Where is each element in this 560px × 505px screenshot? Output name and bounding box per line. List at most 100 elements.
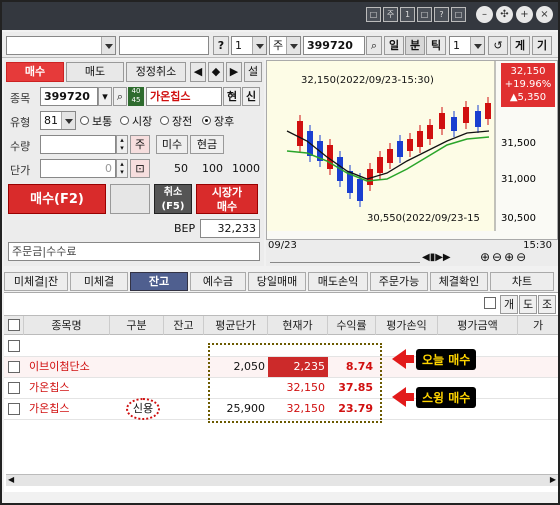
day-button[interactable]: 일: [384, 36, 404, 55]
select-all-checkbox[interactable]: [8, 319, 20, 331]
misu-button[interactable]: 미수: [156, 135, 188, 154]
order-panel: 매수 매도 정정취소 ◀ ◆ ▶ 설 종목 399720 ▾ ⌕ 40 45 가온…: [4, 60, 264, 266]
zoom-icons[interactable]: ⊕⊖⊕⊖: [480, 250, 528, 264]
price-reset-icon[interactable]: ⊡: [130, 159, 150, 178]
price-input[interactable]: 0: [40, 159, 116, 178]
chart-scroll-track[interactable]: [270, 253, 420, 263]
close-icon[interactable]: ×: [536, 6, 553, 23]
chevron-down-icon[interactable]: [101, 37, 115, 54]
stock-code-input[interactable]: 399720: [303, 36, 365, 55]
search-icon[interactable]: ⌕: [113, 87, 127, 106]
tab-buy[interactable]: 매수: [6, 62, 64, 82]
toggle-checkbox[interactable]: [484, 297, 496, 309]
blank-button[interactable]: [110, 184, 150, 214]
step-1000[interactable]: 1000: [232, 162, 260, 175]
help-icon[interactable]: ?: [434, 7, 449, 22]
row-checkbox[interactable]: [8, 382, 20, 394]
toggle-ge[interactable]: 개: [500, 295, 518, 314]
window-btn-2[interactable]: 주: [383, 7, 398, 22]
credit-button[interactable]: 신: [242, 87, 260, 106]
scroll-left-icon[interactable]: ◀: [8, 475, 14, 484]
radio-after-market[interactable]: [202, 116, 211, 125]
settings-button[interactable]: 설: [244, 62, 262, 82]
price-chart[interactable]: 32,150(2022/09/23-15:30) 30,550(2022/09/…: [266, 60, 558, 240]
tab-modify-cancel[interactable]: 정정취소: [126, 62, 186, 82]
minimize-icon[interactable]: –: [476, 6, 493, 23]
price-stepper[interactable]: ▴ ▾: [116, 159, 128, 178]
row-checkbox[interactable]: [8, 403, 20, 415]
horizontal-scrollbar[interactable]: ◀ ▶: [6, 474, 558, 486]
step-50[interactable]: 50: [174, 162, 188, 175]
radio-pre-market[interactable]: [160, 116, 169, 125]
radio-normal[interactable]: [80, 116, 89, 125]
qty-stepper[interactable]: ▴ ▾: [116, 135, 128, 154]
tab-chart[interactable]: 차트: [490, 272, 554, 291]
radio-market[interactable]: [120, 116, 129, 125]
col-return-rate[interactable]: 수익률: [328, 316, 376, 335]
cash-button[interactable]: 현: [223, 87, 241, 106]
tab-today-trades[interactable]: 당일매매: [248, 272, 306, 291]
next-arrow-icon[interactable]: ▶: [226, 62, 242, 82]
step-100[interactable]: 100: [202, 162, 223, 175]
col-current-price[interactable]: 현재가: [268, 316, 328, 335]
move-icon[interactable]: ✣: [496, 6, 513, 23]
prev-arrow-icon[interactable]: ◀: [190, 62, 206, 82]
qty-unit-button[interactable]: 주: [130, 135, 150, 154]
ge-button[interactable]: 게: [510, 36, 530, 55]
candle-body: [357, 179, 363, 201]
col-eval-pnl[interactable]: 평가손익: [376, 316, 438, 335]
col-name[interactable]: 종목명: [24, 316, 110, 335]
buy-f2-button[interactable]: 매수(F2): [8, 184, 106, 214]
tab-unfilled-balance[interactable]: 미체결|잔: [4, 272, 68, 291]
diamond-icon[interactable]: ◆: [208, 62, 224, 82]
market-combo[interactable]: 주: [269, 36, 301, 55]
cash-qty-button[interactable]: 현금: [190, 135, 224, 154]
chevron-down-icon[interactable]: [286, 37, 300, 54]
row-checkbox[interactable]: [8, 340, 20, 352]
window-btn-4[interactable]: □: [417, 7, 432, 22]
gi-button[interactable]: 기: [532, 36, 552, 55]
chevron-down-icon[interactable]: [61, 112, 75, 129]
window-btn-1[interactable]: □: [366, 7, 381, 22]
scroll-right-icon[interactable]: ▶: [550, 475, 556, 484]
toggle-jo[interactable]: 조: [538, 295, 556, 314]
order-type-combo[interactable]: 81: [40, 111, 76, 130]
maximize-icon[interactable]: +: [516, 6, 533, 23]
toggle-do[interactable]: 도: [519, 295, 537, 314]
minute-button[interactable]: 분: [405, 36, 425, 55]
window-btn-3[interactable]: 1: [400, 7, 415, 22]
header-check[interactable]: [4, 316, 24, 335]
qty-input[interactable]: [40, 135, 116, 154]
chart-nav-icons[interactable]: ◀▮▶▶: [422, 252, 451, 263]
question-button[interactable]: ?: [213, 36, 229, 55]
tab-fill-confirm[interactable]: 체결확인: [430, 272, 488, 291]
stock-code-field[interactable]: 399720: [40, 87, 98, 106]
cancel-f5-button[interactable]: 취소 (F5): [154, 184, 192, 214]
cell-name: 가온칩스: [29, 381, 70, 394]
tab-sell[interactable]: 매도: [66, 62, 124, 82]
col-type[interactable]: 구분: [110, 316, 164, 335]
tab-deposit[interactable]: 예수금: [190, 272, 246, 291]
tab-orderable[interactable]: 주문가능: [370, 272, 428, 291]
commission-label: 수수료: [46, 245, 77, 258]
chevron-down-icon[interactable]: [470, 37, 484, 54]
market-buy-button[interactable]: 시장가 매수: [196, 184, 258, 214]
period-combo[interactable]: 1: [449, 36, 485, 55]
col-qty[interactable]: 잔고: [164, 316, 204, 335]
password-field[interactable]: [119, 36, 209, 55]
col-more[interactable]: 가: [518, 316, 558, 335]
tab-unfilled[interactable]: 미체결: [70, 272, 128, 291]
row-checkbox[interactable]: [8, 361, 20, 373]
tick-button[interactable]: 틱: [426, 36, 446, 55]
tab-sell-pnl[interactable]: 매도손익: [308, 272, 368, 291]
chevron-down-icon[interactable]: [252, 37, 266, 54]
tab-balance[interactable]: 잔고: [130, 272, 188, 291]
account-combo[interactable]: [6, 36, 116, 55]
search-icon[interactable]: ⌕: [366, 36, 382, 55]
refresh-icon[interactable]: ↺: [488, 36, 508, 55]
chevron-down-icon[interactable]: ▾: [98, 87, 112, 106]
col-avg-price[interactable]: 평균단가: [204, 316, 268, 335]
screen-number-combo[interactable]: 1: [231, 36, 267, 55]
window-btn-6[interactable]: □: [451, 7, 466, 22]
col-eval-amount[interactable]: 평가금액: [438, 316, 518, 335]
